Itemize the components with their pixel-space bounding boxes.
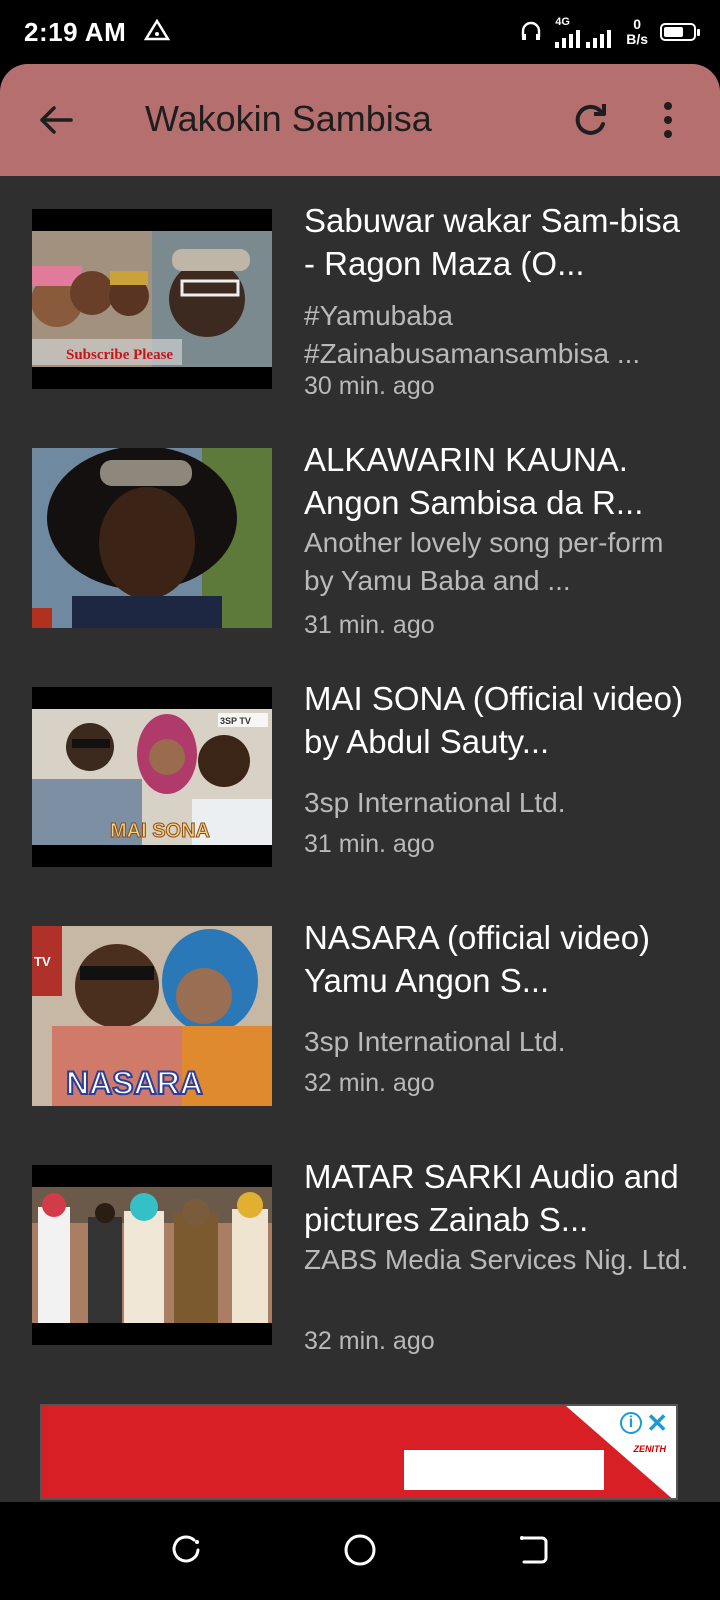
recents-button[interactable]: [168, 1532, 204, 1568]
nav-back-button[interactable]: [516, 1532, 552, 1568]
toolbar: Wakokin Sambisa: [0, 64, 720, 176]
more-options-button[interactable]: [658, 98, 678, 142]
video-thumbnail: 3SP TV MAI SONA: [32, 687, 272, 867]
more-vertical-icon: [664, 102, 672, 138]
video-thumbnail: Subscribe Please: [32, 209, 272, 389]
arrow-left-icon: [40, 106, 73, 134]
thumb-badge: TV: [34, 954, 51, 969]
thumb-caption: NASARA: [66, 1065, 203, 1101]
back-icon: [520, 1536, 548, 1564]
video-list: Subscribe Please Sabuwar wakar Sam-bisa …: [0, 176, 720, 1466]
info-icon[interactable]: i: [620, 1412, 642, 1434]
video-description: 3sp International Ltd.: [304, 1026, 566, 1057]
list-item[interactable]: MATAR SARKI Audio and pictures Zainab S.…: [0, 1158, 720, 1415]
speed-unit: B/s: [626, 31, 648, 47]
video-description: #Yamubaba #Zainabusamansambisa ...: [304, 300, 641, 369]
video-description: 3sp International Ltd.: [304, 787, 566, 818]
back-button[interactable]: [36, 100, 76, 140]
video-time: 30 min. ago: [304, 372, 435, 400]
ad-cta-box[interactable]: [404, 1450, 604, 1490]
alert-triangle-icon: [144, 17, 171, 48]
video-title: ALKAWARIN KAUNA. Angon Sambisa da R...: [304, 441, 644, 521]
video-title: MATAR SARKI Audio and pictures Zainab S.…: [304, 1158, 679, 1238]
home-icon: [344, 1534, 376, 1566]
thumb-caption: Subscribe Please: [66, 347, 173, 363]
video-description: ZABS Media Services Nig. Ltd.: [304, 1244, 689, 1275]
app-window: Wakokin Sambisa Subscribe Please Sabuwar…: [0, 64, 720, 1504]
refresh-icon: [575, 104, 606, 135]
list-item[interactable]: TV NASARA NASARA (official video) Yamu A…: [0, 919, 720, 1156]
video-title: NASARA (official video) Yamu Angon S...: [304, 919, 651, 999]
list-item[interactable]: 3SP TV MAI SONA MAI SONA (Official video…: [0, 680, 720, 917]
list-item[interactable]: ALKAWARIN KAUNA. Angon Sambisa da R... A…: [0, 441, 720, 678]
video-description: Another lovely song per-form by Yamu Bab…: [304, 527, 664, 596]
signal-icon: 4G: [555, 15, 614, 48]
thumb-caption: MAI SONA: [110, 820, 210, 842]
video-thumbnail: [32, 448, 272, 628]
page-title: Wakokin Sambisa: [145, 98, 432, 139]
ad-brand: ZENITH: [633, 1444, 667, 1454]
video-thumbnail: [32, 1165, 272, 1345]
network-speed: 0 B/s: [626, 17, 648, 47]
network-type: 4G: [555, 15, 570, 28]
video-thumbnail: TV NASARA: [32, 926, 272, 1106]
thumbnail-image: Subscribe Please: [32, 231, 272, 367]
thumbnail-image: [32, 448, 272, 628]
headphones-icon: [519, 19, 543, 46]
video-time: 32 min. ago: [304, 1069, 435, 1097]
video-time: 31 min. ago: [304, 830, 435, 858]
navigation-bar: [0, 1502, 720, 1600]
thumbnail-image: 3SP TV MAI SONA: [32, 709, 272, 845]
status-bar: 2:19 AM 4G 0 B/s: [0, 0, 720, 64]
video-title: Sabuwar wakar Sam-bisa - Ragon Maza (O..…: [304, 202, 680, 282]
thumbnail-image: [32, 1187, 272, 1323]
video-time: 31 min. ago: [304, 611, 435, 639]
ad-banner[interactable]: ZENITH i ✕: [40, 1404, 678, 1500]
thumb-badge: 3SP TV: [220, 716, 251, 726]
battery-icon: [660, 23, 700, 41]
video-title: MAI SONA (Official video) by Abdul Sauty…: [304, 680, 684, 760]
close-icon[interactable]: ✕: [646, 1408, 668, 1439]
video-time: 32 min. ago: [304, 1327, 435, 1355]
home-button[interactable]: [342, 1532, 378, 1568]
refresh-button[interactable]: [568, 98, 612, 142]
speed-value: 0: [633, 16, 641, 32]
list-item[interactable]: Subscribe Please Sabuwar wakar Sam-bisa …: [0, 202, 720, 439]
thumbnail-image: TV NASARA: [32, 926, 272, 1106]
recents-icon: [172, 1535, 200, 1563]
status-time: 2:19 AM: [24, 16, 127, 47]
